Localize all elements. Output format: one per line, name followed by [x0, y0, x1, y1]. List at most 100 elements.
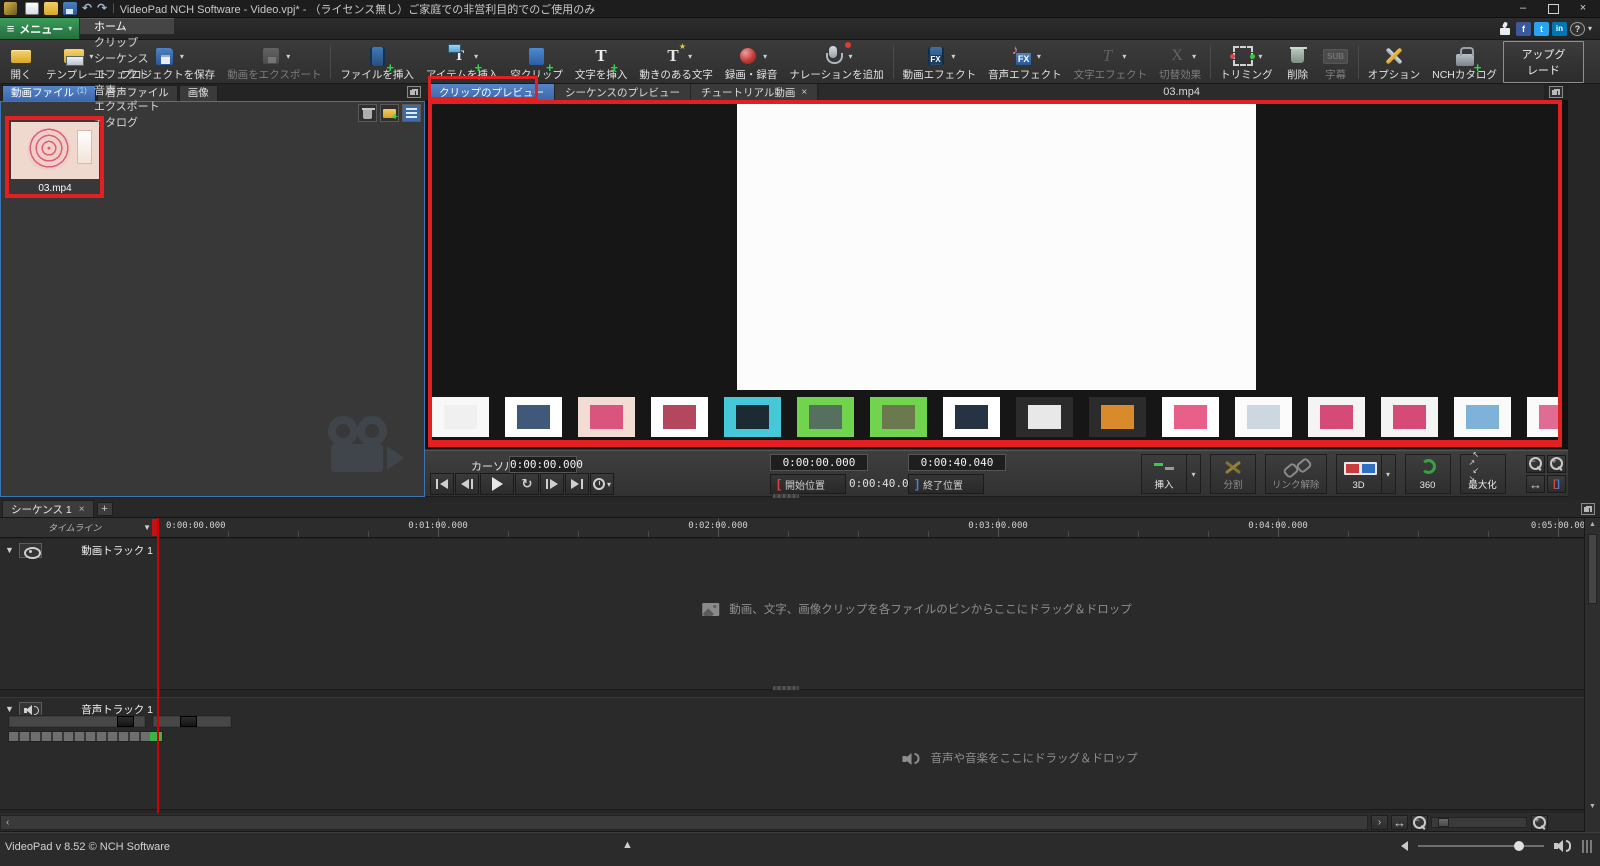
like-icon[interactable]: [1498, 22, 1513, 36]
twitter-icon[interactable]: t: [1533, 21, 1549, 36]
playhead-line[interactable]: [157, 518, 159, 813]
cursor-time-field[interactable]: 0:00:00.000: [509, 456, 583, 473]
strip-thumbnail-11[interactable]: [1235, 397, 1292, 437]
loop-button[interactable]: ↻: [515, 473, 539, 495]
preview-tab-2[interactable]: チュートリアル動画 ×: [690, 84, 818, 100]
video-track[interactable]: ▼ 動画トラック 1 動画、文字、画像クリップを各ファイルのビンからここにドラッ…: [0, 539, 1584, 691]
close-tab-icon[interactable]: ×: [801, 87, 807, 98]
scroll-down-icon[interactable]: ▼: [1585, 803, 1600, 810]
zoom-in-button[interactable]: +: [1547, 455, 1566, 473]
track-visibility-icon[interactable]: [18, 542, 42, 559]
tool-maximize-button[interactable]: ↖ ↗ ↙ ↘ 最大化: [1459, 451, 1506, 494]
zoom-slider-handle[interactable]: [1438, 818, 1449, 827]
strip-thumbnail-14[interactable]: [1454, 397, 1511, 437]
dropdown-caret-icon[interactable]: ▾: [1381, 454, 1396, 494]
strip-thumbnail-7[interactable]: [943, 397, 1000, 437]
close-button[interactable]: ×: [1570, 1, 1596, 16]
resize-grip[interactable]: [1582, 839, 1592, 853]
frame-forward-button[interactable]: [540, 473, 564, 495]
sequence-tab[interactable]: シーケンス 1 ×: [2, 500, 94, 517]
frame-back-button[interactable]: [455, 473, 479, 495]
preview-tab-0[interactable]: クリップのプレビュー: [429, 84, 554, 100]
fit-timeline-button[interactable]: ↔: [1391, 815, 1408, 830]
main-menu-button[interactable]: ≡ メニュー ▾: [0, 18, 80, 39]
audio-track[interactable]: ▼ 音声トラック 1 音声や音楽をここにドラッグ＆ドロップ: [0, 697, 1584, 810]
timeline-ruler[interactable]: タイムライン ▼ 0:00:00.000 0:01:00.000 0:02:00.0…: [0, 518, 1584, 538]
ribbon-video-fx-button[interactable]: ▾ 動画エフェクト: [897, 41, 983, 83]
preview-detach-icon[interactable]: [1549, 86, 1563, 98]
strip-thumbnail-0[interactable]: [432, 397, 489, 437]
preview-stage[interactable]: 0:00:00.000 0:00:10.000 0:00:20.000 0:00:30…: [428, 100, 1562, 446]
ribbon-folder-open-button[interactable]: 開く: [2, 41, 40, 83]
strip-thumbnail-10[interactable]: [1162, 397, 1219, 437]
volume-left-icon[interactable]: [1401, 841, 1408, 851]
undo-icon[interactable]: ↶: [82, 2, 92, 15]
ribbon-blank-clip-button[interactable]: + 空クリップ: [504, 41, 569, 83]
tool-3d-glasses-button[interactable]: 3D: [1335, 454, 1382, 494]
master-volume-slider[interactable]: [1418, 839, 1544, 853]
skip-start-button[interactable]: [430, 473, 454, 495]
strip-thumbnail-6[interactable]: [870, 397, 927, 437]
save-project-icon[interactable]: [63, 2, 77, 15]
ribbon-trim-button[interactable]: ▾ トリミング: [1214, 41, 1279, 83]
set-start-button[interactable]: [ 開始位置: [770, 474, 846, 494]
vertical-scroll-thumb[interactable]: [1588, 534, 1597, 604]
collapse-track-icon[interactable]: ▼: [5, 545, 14, 555]
dropdown-caret-icon[interactable]: ▾: [1187, 454, 1201, 494]
vertical-scrollbar[interactable]: ▲ ▼: [1584, 518, 1600, 813]
redo-icon[interactable]: ↷: [97, 2, 107, 15]
bin-tab-2[interactable]: 画像: [178, 85, 218, 101]
strip-thumbnail-12[interactable]: [1308, 397, 1365, 437]
panel-splitter-grip[interactable]: [772, 493, 800, 499]
ruler-scale[interactable]: 0:00:00.000 0:01:00.000 0:02:00.000 0:03:00…: [158, 518, 1584, 537]
collapse-track-icon[interactable]: ▼: [5, 704, 14, 714]
strip-thumbnail-15[interactable]: [1527, 397, 1560, 437]
track-splitter-grip[interactable]: [772, 685, 800, 691]
start-time-field[interactable]: 0:00:00.000: [770, 454, 868, 471]
end-time-field[interactable]: 0:00:40.040: [908, 454, 1006, 471]
minimize-button[interactable]: –: [1510, 1, 1536, 16]
add-sequence-button[interactable]: +: [96, 502, 113, 516]
strip-thumbnail-5[interactable]: [797, 397, 854, 437]
help-icon[interactable]: ?: [1569, 21, 1585, 36]
tool-insert-button[interactable]: 挿入: [1141, 454, 1187, 494]
track-volume-slider[interactable]: [8, 715, 146, 728]
menu-tab-6[interactable]: カタログ: [80, 114, 174, 130]
facebook-icon[interactable]: f: [1515, 21, 1531, 36]
open-project-icon[interactable]: [44, 2, 58, 15]
menu-tab-0[interactable]: ホーム: [80, 18, 174, 34]
preview-tab-1[interactable]: シーケンスのプレビュー: [555, 84, 690, 100]
strip-thumbnail-1[interactable]: [505, 397, 562, 437]
restore-button[interactable]: [1540, 1, 1566, 16]
ribbon-nch-catalog-button[interactable]: + NCHカタログ: [1426, 41, 1503, 83]
menu-tab-4[interactable]: 音声: [80, 82, 174, 98]
timeline-options-caret-icon[interactable]: ▼: [143, 523, 151, 532]
timeline-zoom-in-button[interactable]: +: [1531, 815, 1548, 830]
strip-thumbnail-2[interactable]: [578, 397, 635, 437]
horizontal-scrollbar[interactable]: ‹: [0, 815, 1368, 830]
pan-slider-handle[interactable]: [180, 716, 197, 727]
speaker-icon[interactable]: [1554, 839, 1572, 853]
play-button[interactable]: [480, 473, 514, 495]
ribbon-insert-item-button[interactable]: +▾アイテムを挿入: [420, 41, 504, 83]
ribbon-delete-button[interactable]: 削除: [1279, 41, 1317, 83]
menu-tab-1[interactable]: クリップ: [80, 34, 174, 50]
strip-thumbnail-9[interactable]: [1089, 397, 1146, 437]
media-item-thumbnail[interactable]: [11, 122, 99, 179]
list-view-icon[interactable]: [402, 104, 421, 122]
help-caret-icon[interactable]: ▾: [1588, 24, 1592, 33]
timeline-zoom-slider[interactable]: [1431, 817, 1527, 828]
close-tab-icon[interactable]: ×: [79, 504, 85, 515]
fit-width-button[interactable]: ↔: [1526, 475, 1545, 493]
delete-icon[interactable]: [358, 104, 377, 122]
ribbon-options-button[interactable]: オプション: [1362, 41, 1427, 83]
speed-button[interactable]: ▾: [590, 473, 614, 495]
media-item[interactable]: 03.mp4: [11, 122, 99, 194]
ribbon-insert-file-button[interactable]: + ファイルを挿入: [334, 41, 420, 83]
strip-thumbnail-13[interactable]: [1381, 397, 1438, 437]
ribbon-narration-button[interactable]: ▾ ナレーションを追加: [783, 41, 889, 83]
strip-thumbnail-3[interactable]: [651, 397, 708, 437]
tool-cam-360-button[interactable]: 360: [1404, 454, 1451, 494]
ribbon-insert-text-button[interactable]: +文字を挿入: [569, 41, 634, 83]
linkedin-icon[interactable]: in: [1551, 21, 1567, 36]
